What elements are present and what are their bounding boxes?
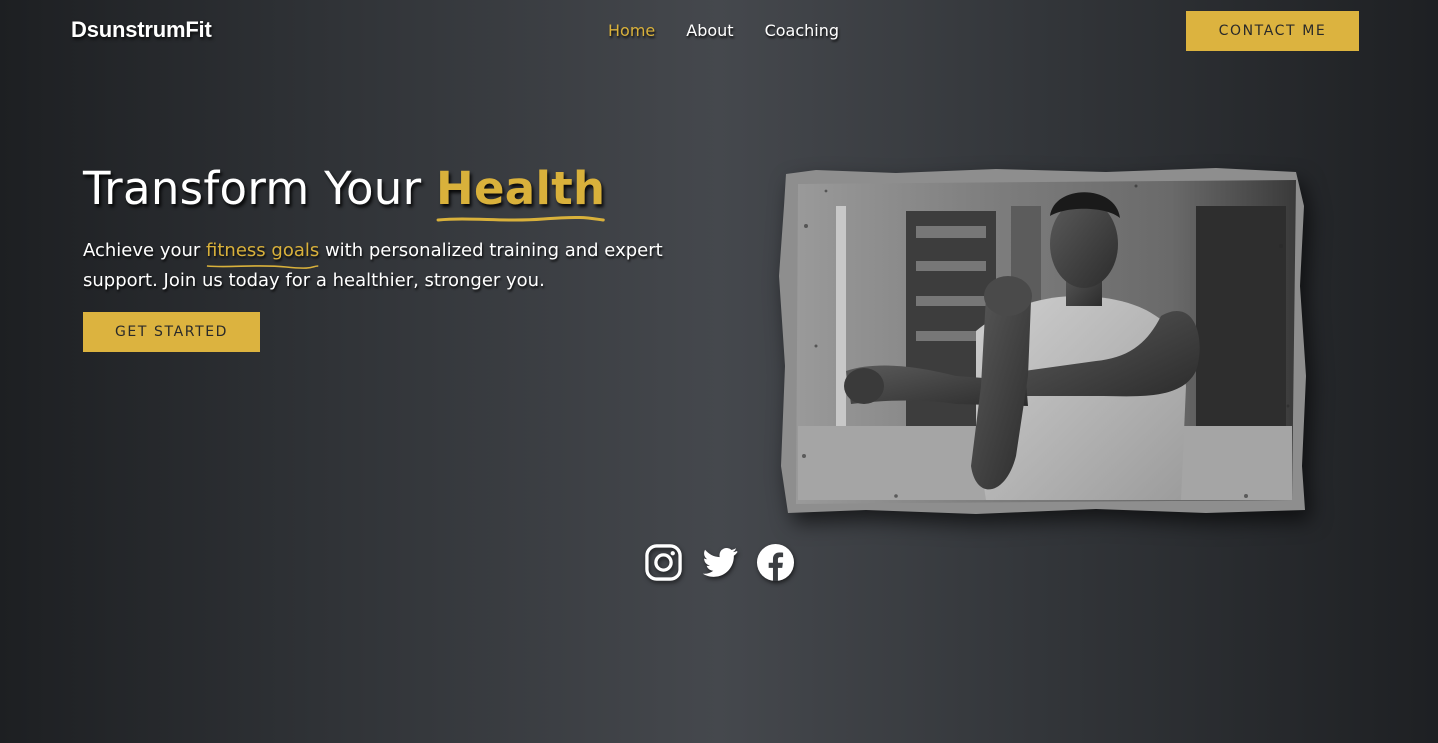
nav-home-link[interactable]: Home: [608, 21, 655, 40]
instagram-icon[interactable]: [644, 543, 683, 582]
subtext-before: Achieve your: [83, 240, 207, 261]
subtext-accent-wrap: fitness goals: [206, 236, 320, 269]
headline-accent: Health: [436, 162, 606, 215]
social-links: [644, 543, 795, 582]
contact-me-button[interactable]: CONTACT ME: [1186, 11, 1359, 51]
nav-about-link[interactable]: About: [686, 21, 733, 40]
main-menu: Home About Coaching: [608, 21, 839, 40]
hero-subtext: Achieve your fitness goals with personal…: [83, 236, 683, 296]
subtext-underline: [206, 265, 319, 269]
twitter-icon[interactable]: [700, 543, 739, 582]
trainer-photo-image: [779, 168, 1306, 514]
facebook-icon[interactable]: [756, 543, 795, 582]
brand-logo[interactable]: DsunstrumFit: [71, 17, 212, 43]
hero-photo: [776, 166, 1308, 516]
subtext-accent: fitness goals: [206, 240, 320, 261]
get-started-button[interactable]: GET STARTED: [83, 312, 260, 352]
nav-coaching-link[interactable]: Coaching: [765, 21, 839, 40]
headline-prefix: Transform Your: [83, 162, 437, 215]
hero-headline: Transform Your Health: [83, 160, 683, 222]
top-nav: DsunstrumFit Home About Coaching CONTACT…: [0, 0, 1438, 62]
headline-accent-wrap: Health: [436, 160, 606, 222]
brush-underline: [436, 215, 605, 222]
hero-section: Transform Your Health Achieve your fitne…: [83, 160, 683, 352]
